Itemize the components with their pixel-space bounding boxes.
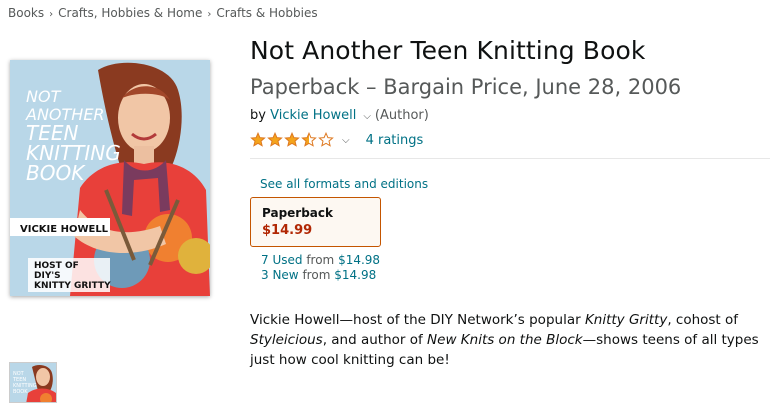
description-text: , and author of [322,332,428,348]
author-link[interactable]: Vickie Howell [270,108,356,123]
chevron-down-icon[interactable]: ⌵ [342,135,350,146]
byline: by Vickie Howell ⌵ (Author) [250,108,429,123]
description-book-title: New Knits on the Block [427,332,583,348]
ratings-count-link[interactable]: 4 ratings [366,133,424,148]
offer-from-label: from [302,268,331,282]
svg-text:DIY'S: DIY'S [34,271,61,281]
svg-text:NOT: NOT [26,87,62,106]
star-full-icon [267,132,283,147]
product-edition-date: Paperback – Bargain Price, June 28, 2006 [250,75,682,99]
offers-list: 7 Used from $14.98 3 New from $14.98 [261,253,380,283]
divider [250,158,770,159]
star-full-icon [250,132,266,147]
format-label: Paperback [262,206,333,220]
chevron-down-icon[interactable]: ⌵ [363,111,371,122]
book-cover-thumbnail[interactable]: NOT TEEN KNITTING BOOK [9,362,57,403]
description-text: Vickie Howell—host of the DIY Network’s … [250,312,585,328]
breadcrumb-separator-icon: › [207,9,212,20]
ratings-row: ⌵ 4 ratings [250,132,423,148]
breadcrumb-item-crafts-hobbies-home[interactable]: Crafts, Hobbies & Home [58,6,202,20]
byline-prefix: by [250,108,266,123]
book-cover-image[interactable]: NOT ANOTHER TEEN KNITTING BOOK VICKIE HO… [10,60,210,296]
breadcrumb: Books › Crafts, Hobbies & Home › Crafts & Ho… [8,6,318,20]
product-description: Vickie Howell—host of the DIY Network’s … [250,310,760,370]
svg-text:BOOK: BOOK [26,161,86,185]
see-all-formats-link[interactable]: See all formats and editions [260,177,428,191]
new-offer-price[interactable]: $14.98 [334,268,376,282]
star-half-icon [301,132,317,147]
svg-text:KNITTY GRITTY: KNITTY GRITTY [34,281,111,291]
svg-text:VICKIE HOWELL: VICKIE HOWELL [20,224,109,235]
offer-used: 7 Used from $14.98 [261,253,380,268]
description-show-title: Knitty Gritty [584,312,668,328]
description-show-title: Styleicious [250,332,323,348]
breadcrumb-separator-icon: › [49,9,54,20]
new-offers-link[interactable]: 3 New [261,268,299,282]
svg-text:BOOK: BOOK [13,389,28,395]
breadcrumb-item-crafts-hobbies[interactable]: Crafts & Hobbies [216,6,317,20]
description-text: , cohost of [667,312,739,328]
format-price: $14.99 [262,223,313,238]
used-offers-link[interactable]: 7 Used [261,253,302,267]
star-rating[interactable] [250,132,334,148]
star-empty-icon [318,132,334,147]
format-option-paperback[interactable]: Paperback $14.99 [250,197,381,247]
offer-new: 3 New from $14.98 [261,268,380,283]
star-full-icon [284,132,300,147]
breadcrumb-item-books[interactable]: Books [8,6,44,20]
author-role: (Author) [374,108,429,123]
svg-text:HOST OF: HOST OF [34,261,79,271]
product-title: Not Another Teen Knitting Book [250,36,646,65]
offer-from-label: from [306,253,335,267]
used-offer-price[interactable]: $14.98 [338,253,380,267]
